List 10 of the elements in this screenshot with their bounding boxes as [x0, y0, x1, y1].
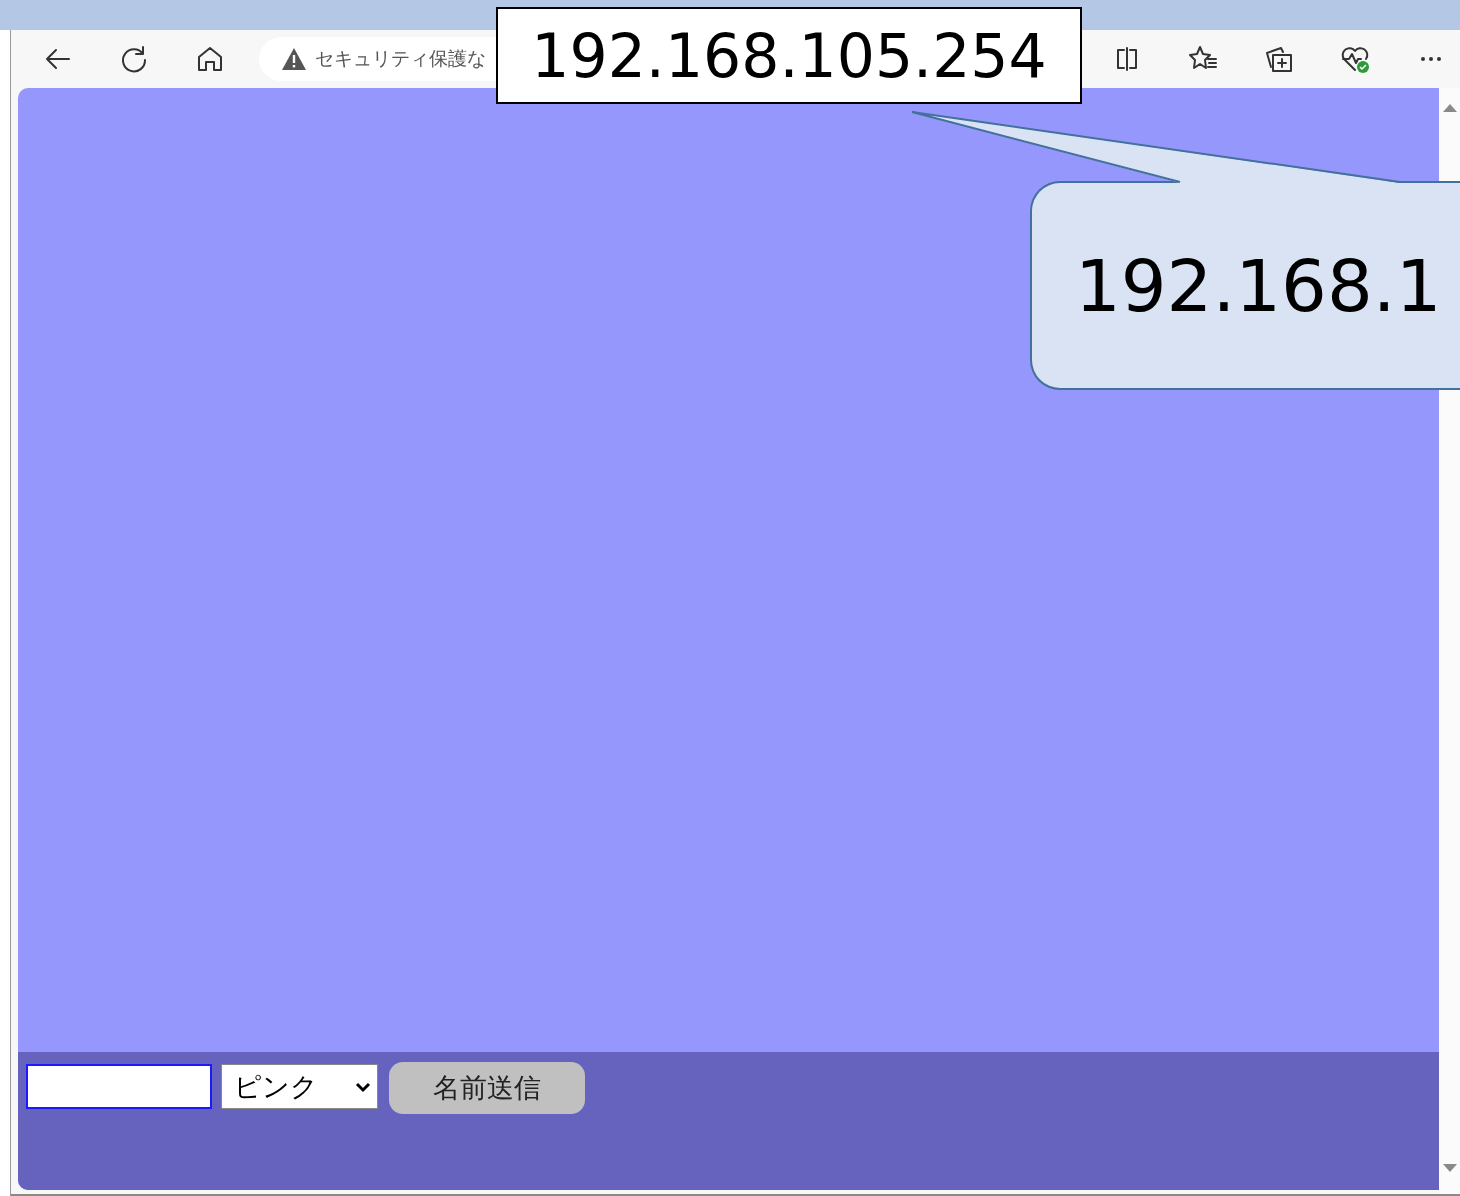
name-input-field[interactable] [26, 1064, 212, 1109]
scroll-down-icon[interactable] [1442, 1164, 1457, 1172]
address-bar[interactable]: セキュリティ保護な [259, 37, 497, 81]
ip-address-label: 192.168.105.254 [496, 7, 1082, 104]
color-select[interactable]: ピンク [221, 1064, 378, 1109]
warning-icon[interactable] [281, 47, 307, 71]
scroll-up-icon[interactable] [1442, 104, 1457, 112]
chevron-down-icon[interactable] [355, 1080, 371, 1093]
submit-name-button[interactable]: 名前送信 [389, 1062, 585, 1114]
security-warning-text: セキュリティ保護な [315, 46, 486, 71]
